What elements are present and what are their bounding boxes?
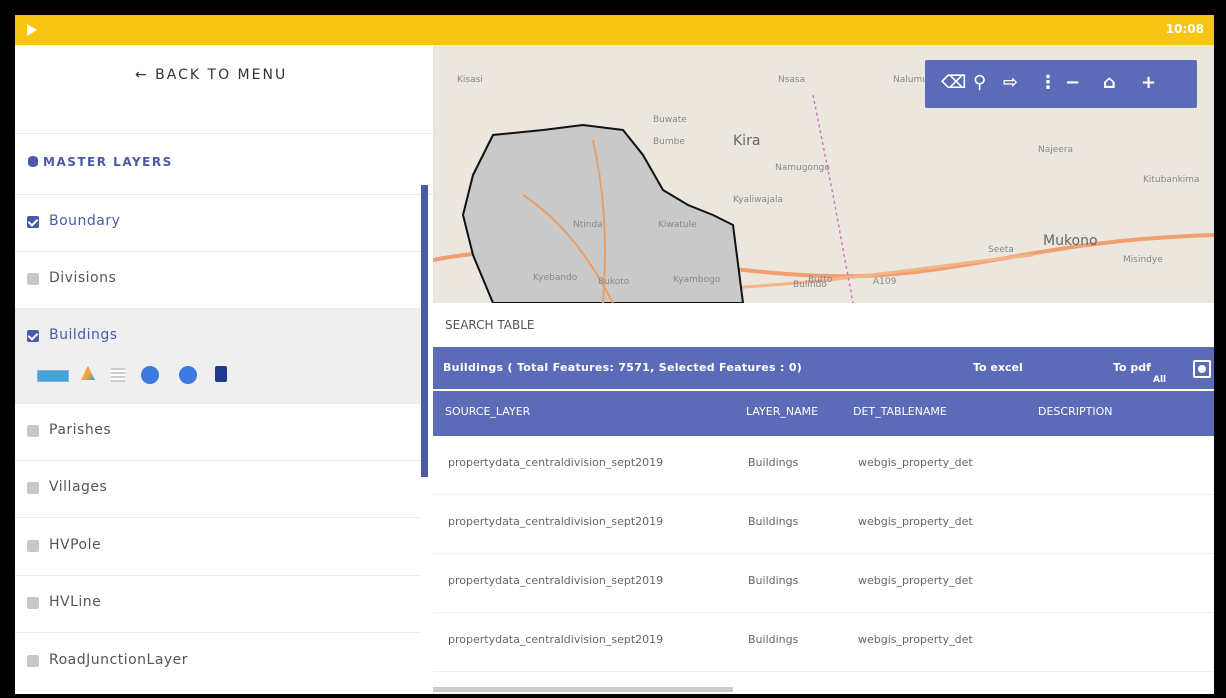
checkbox-buildings[interactable] (27, 330, 39, 342)
master-layers-header: MASTER LAYERS (15, 134, 433, 195)
search-table-bar (433, 303, 1214, 347)
map-label: Kiwatule (658, 220, 697, 230)
column-header[interactable]: DESCRIPTION (1038, 405, 1112, 418)
map-label: Bumbe (653, 137, 685, 147)
map-label: Namugongo (775, 163, 830, 173)
sidebar-scrollbar[interactable] (421, 185, 428, 477)
layer-label: Villages (49, 479, 108, 495)
map-label: Buwate (653, 115, 687, 125)
delete-icon[interactable] (215, 366, 227, 382)
cell-source-layer: propertydata_centraldivision_sept2019 (448, 456, 664, 469)
search-table-input[interactable] (443, 313, 1187, 337)
cell-det-tablename: webgis_property_det (858, 515, 973, 528)
database-icon (28, 156, 38, 167)
status-bar: 10:08 (15, 15, 1214, 45)
layer-sidebar: ← BACK TO MENU MASTER LAYERS Boundary Di… (15, 45, 433, 694)
cell-det-tablename: webgis_property_det (858, 456, 973, 469)
table-columns: SOURCE_LAYER LAYER_NAME DET_TABLENAME DE… (433, 389, 1214, 438)
checkbox-hvline[interactable] (27, 597, 39, 609)
table-row[interactable]: propertydata_centraldivision_sept2019 Bu… (433, 495, 1214, 554)
column-header[interactable]: SOURCE_LAYER (445, 405, 530, 418)
column-header[interactable]: DET_TABLENAME (853, 405, 947, 418)
layer-item-hvline[interactable]: HVLine (15, 576, 420, 633)
more-icon[interactable]: ⋮ (1039, 73, 1057, 93)
map-label: Ntinda (573, 220, 603, 230)
cell-layer-name: Buildings (748, 456, 799, 469)
layer-item-buildings[interactable]: Buildings (15, 309, 420, 404)
map-label: Bukoto (598, 277, 630, 287)
to-excel-button[interactable]: To excel (973, 361, 1023, 374)
table-row[interactable]: propertydata_centraldivision_sept2019 Bu… (433, 554, 1214, 613)
layer-label: Boundary (49, 213, 121, 229)
attribute-table-icon[interactable] (111, 368, 125, 382)
checkbox-hvpole[interactable] (27, 540, 39, 552)
map-label: Kira (733, 133, 761, 149)
layer-item-divisions[interactable]: Divisions (15, 252, 420, 309)
clock: 10:08 (1165, 22, 1204, 36)
checkbox-divisions[interactable] (27, 273, 39, 285)
zoom-in-icon[interactable]: + (1141, 73, 1156, 93)
back-to-menu-button[interactable]: ← BACK TO MENU (15, 45, 433, 134)
cell-source-layer: propertydata_centraldivision_sept2019 (448, 574, 664, 587)
cell-det-tablename: webgis_property_det (858, 574, 973, 587)
master-layers-label: MASTER LAYERS (43, 155, 173, 169)
column-header[interactable]: LAYER_NAME (746, 405, 818, 418)
checkbox-villages[interactable] (27, 482, 39, 494)
all-button[interactable]: All (1153, 375, 1166, 385)
map-label: Kyaliwajala (733, 195, 783, 205)
app-screen: 10:08 ← BACK TO MENU MASTER LAYERS Bound… (15, 15, 1214, 694)
layer-label: Parishes (49, 422, 112, 438)
map-label: A109 (873, 277, 897, 287)
table-header-bar: Buildings ( Total Features: 7571, Select… (433, 347, 1214, 389)
to-pdf-button[interactable]: To pdf (1113, 361, 1151, 374)
home-icon[interactable]: ⌂ (1103, 73, 1116, 93)
layer-label: Buildings (49, 327, 118, 343)
layer-label: Divisions (49, 270, 117, 286)
table-title: Buildings ( Total Features: 7571, Select… (443, 361, 803, 374)
table-row[interactable]: propertydata_centraldivision_sept2019 Bu… (433, 613, 1214, 672)
cell-layer-name: Buildings (748, 515, 799, 528)
map-label: Seeta (988, 245, 1014, 255)
cell-layer-name: Buildings (748, 574, 799, 587)
settings-icon[interactable] (1193, 360, 1211, 378)
map-label: Mukono (1043, 233, 1098, 249)
layer-item-parishes[interactable]: Parishes (15, 404, 420, 461)
map-label: Misindye (1123, 255, 1163, 265)
map-label: Najeera (1038, 145, 1074, 155)
cell-layer-name: Buildings (748, 633, 799, 646)
table-row[interactable]: propertydata_centraldivision_sept2019 Bu… (433, 436, 1214, 495)
pin-icon[interactable]: ⚲ (973, 73, 986, 93)
map-label: Kisasi (457, 75, 483, 85)
checkbox-boundary[interactable] (27, 216, 39, 228)
layer-tools (37, 366, 257, 386)
zoom-to-layer-icon[interactable] (141, 366, 159, 384)
map-label: Kitubankima (1143, 175, 1200, 185)
zoom-out-icon[interactable]: − (1065, 73, 1080, 93)
cell-det-tablename: webgis_property_det (858, 633, 973, 646)
layer-label: HVLine (49, 594, 102, 610)
table-horizontal-scrollbar[interactable] (433, 687, 733, 692)
checkbox-parishes[interactable] (27, 425, 39, 437)
cell-source-layer: propertydata_centraldivision_sept2019 (448, 515, 664, 528)
layer-item-villages[interactable]: Villages (15, 461, 420, 518)
cell-source-layer: propertydata_centraldivision_sept2019 (448, 633, 664, 646)
style-icon[interactable] (81, 366, 95, 380)
map-toolbar: ⌫ ⚲ ⇨ ⋮ − ⌂ + (925, 60, 1197, 108)
map-label: Kyambogo (673, 275, 721, 285)
layer-label: HVPole (49, 537, 102, 553)
layer-item-hvpole[interactable]: HVPole (15, 519, 420, 576)
play-icon (27, 24, 37, 36)
exit-icon[interactable]: ⇨ (1003, 73, 1018, 93)
layer-label: RoadJunctionLayer (49, 652, 189, 668)
checkbox-roadjunctionlayer[interactable] (27, 655, 39, 667)
map-label: Nsasa (778, 75, 806, 85)
opacity-slider-icon[interactable] (37, 370, 69, 382)
info-icon[interactable] (179, 366, 197, 384)
map-label: Butto (808, 275, 833, 285)
layer-item-boundary[interactable]: Boundary (15, 195, 420, 252)
map-label: Kyebando (533, 273, 578, 283)
layer-item-roadjunctionlayer[interactable]: RoadJunctionLayer (15, 634, 420, 690)
eraser-icon[interactable]: ⌫ (941, 73, 966, 93)
back-label: ← BACK TO MENU (135, 67, 288, 83)
